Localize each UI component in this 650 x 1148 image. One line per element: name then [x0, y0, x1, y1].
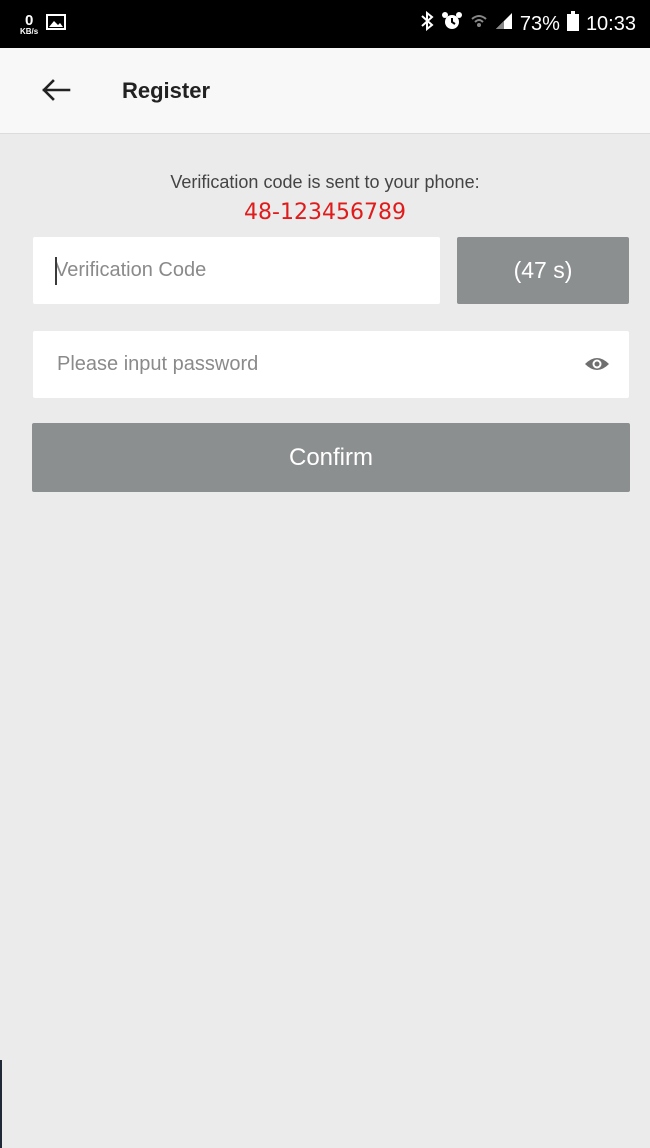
text-cursor [55, 257, 57, 285]
verification-code-input[interactable] [55, 259, 440, 282]
phone-number: 48-123456789 [244, 200, 406, 225]
network-speed-value: 0 [24, 11, 34, 29]
alarm-icon [441, 11, 463, 37]
verification-message: Verification code is sent to your phone: [170, 172, 480, 192]
wifi-icon [470, 11, 488, 37]
status-bar: 0 KB/s 73% 10:33 [0, 0, 650, 48]
network-speed-unit: KB/s [20, 26, 39, 36]
password-field[interactable] [33, 331, 629, 398]
screen-edge [0, 1060, 2, 1148]
status-left: 0 KB/s [20, 13, 67, 36]
status-right: 73% 10:33 [420, 10, 636, 37]
page-title: Register [122, 78, 211, 103]
confirm-button[interactable]: Confirm [32, 423, 630, 492]
battery-icon [566, 11, 579, 37]
password-input[interactable] [57, 353, 559, 376]
bluetooth-icon [420, 10, 434, 37]
clock: 10:33 [585, 12, 636, 35]
network-speed: 0 KB/s [20, 13, 38, 36]
back-button[interactable] [36, 75, 76, 109]
arrow-left-icon [41, 78, 71, 107]
battery-percent: 73% [519, 12, 560, 35]
verification-code-field[interactable] [33, 237, 440, 304]
app-bar: Register [0, 48, 650, 134]
image-icon [46, 13, 67, 35]
eye-icon[interactable] [583, 353, 611, 375]
resend-code-timer-button[interactable]: (47 s) [457, 237, 629, 304]
signal-icon [495, 12, 513, 36]
